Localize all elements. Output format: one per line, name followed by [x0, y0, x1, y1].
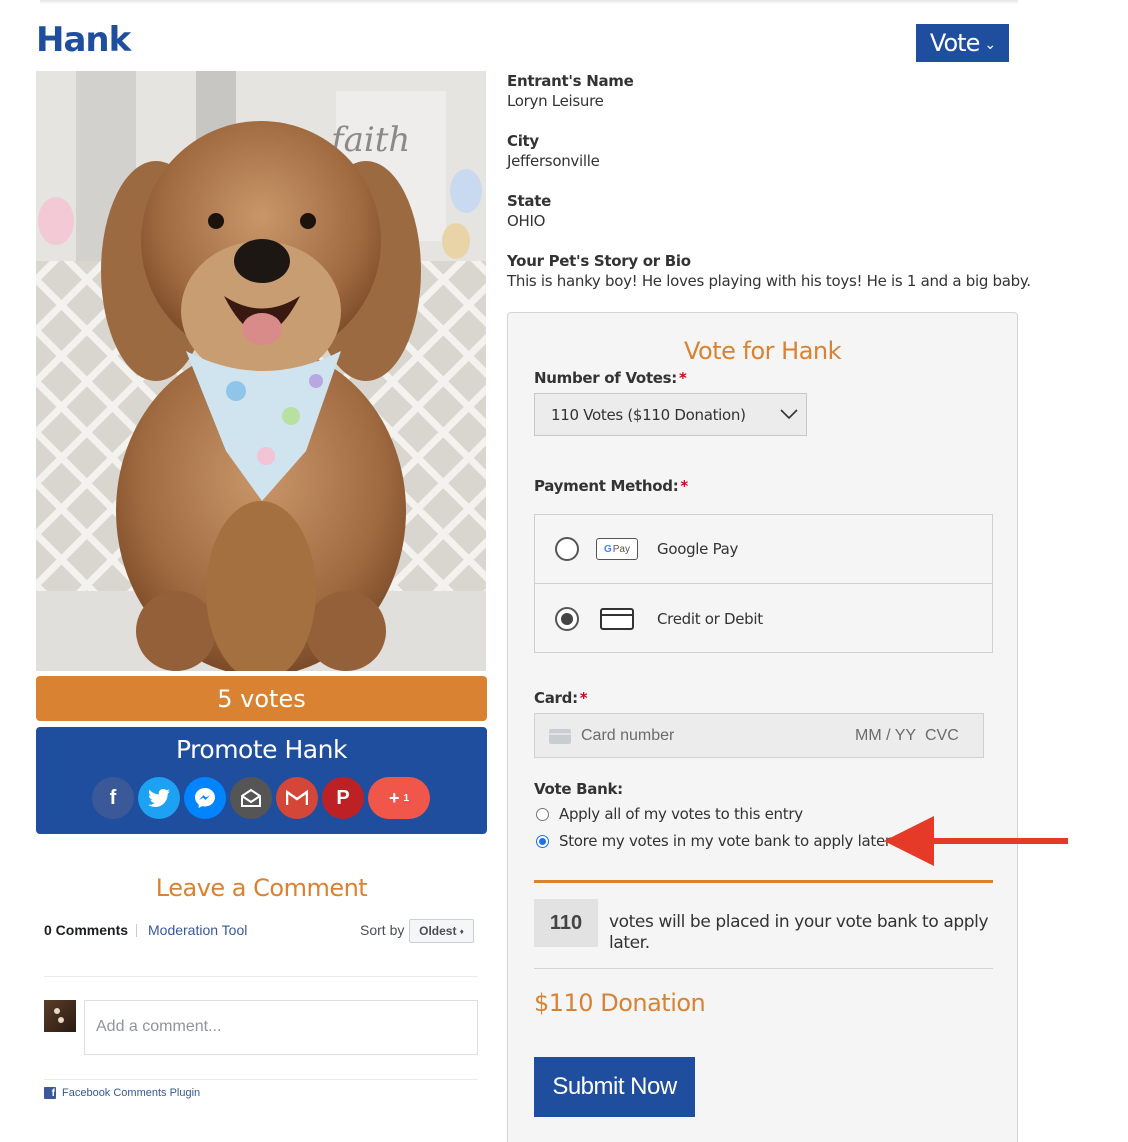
selected-vote-option: 110 Votes ($110 Donation): [551, 405, 746, 424]
comment-count: 0 Comments: [44, 922, 129, 938]
payment-option-card[interactable]: Credit or Debit: [535, 584, 992, 653]
divider: [534, 880, 993, 883]
share-buttons: f P +1: [92, 777, 430, 819]
detail-value: OHIO: [507, 212, 546, 230]
email-share-icon[interactable]: [230, 777, 272, 819]
annotation-arrow-icon: [884, 816, 1068, 866]
divider: [534, 968, 993, 969]
comment-input[interactable]: Add a comment...: [84, 1000, 478, 1055]
promote-panel: Promote Hank f P +1: [36, 727, 487, 834]
moderation-tool-link[interactable]: Moderation Tool: [148, 922, 247, 938]
facebook-icon: f: [44, 1087, 56, 1099]
vote-bank-apply-option[interactable]: Apply all of my votes to this entry: [536, 805, 803, 823]
card-option-label: Credit or Debit: [657, 609, 763, 628]
vote-button-label: Vote: [929, 29, 980, 57]
number-of-votes-label: Number of Votes: *: [534, 369, 687, 387]
number-of-votes-select[interactable]: 110 Votes ($110 Donation): [534, 393, 807, 436]
gmail-share-icon[interactable]: [276, 777, 318, 819]
detail-label: City: [507, 132, 539, 150]
sort-select[interactable]: Oldest ♦: [409, 919, 474, 943]
card-icon: [549, 729, 571, 744]
dog-photo-illustration: faith: [36, 71, 486, 671]
detail-entrant: Entrant's Name Loryn Leisure: [507, 72, 634, 110]
detail-state: State OHIO: [507, 192, 551, 230]
card-number-placeholder: Card number: [581, 726, 675, 744]
submit-button[interactable]: Submit Now: [534, 1057, 695, 1117]
detail-value: Loryn Leisure: [507, 92, 604, 110]
votes-count-bar: 5 votes: [36, 676, 487, 721]
sort-arrows-icon: ♦: [459, 926, 464, 936]
top-shadow: [40, 0, 1018, 4]
pinterest-share-icon[interactable]: P: [322, 777, 364, 819]
vote-bank-message: votes will be placed in your vote bank t…: [609, 912, 989, 953]
detail-city: City Jeffersonville: [507, 132, 600, 170]
divider: [44, 1079, 478, 1080]
avatar: [44, 1000, 76, 1032]
store-radio[interactable]: [536, 834, 549, 848]
share-count: 1: [403, 792, 410, 804]
chevron-down-icon: [780, 409, 798, 420]
sort-label: Sort by: [360, 922, 405, 938]
card-radio[interactable]: [555, 606, 579, 631]
messenger-share-icon[interactable]: [184, 777, 226, 819]
plugin-label: Facebook Comments Plugin: [62, 1087, 201, 1099]
apply-radio[interactable]: [536, 807, 549, 821]
divider: [136, 924, 137, 937]
page-title: Hank: [36, 20, 131, 60]
vote-form-title: Vote for Hank: [683, 337, 842, 365]
vote-bank-store-option[interactable]: Store my votes in my vote bank to apply …: [536, 832, 891, 850]
payment-option-google-pay[interactable]: G Pay Google Pay: [535, 515, 992, 584]
google-pay-radio[interactable]: [555, 537, 579, 561]
plus-icon: +: [388, 787, 400, 808]
facebook-plugin-link[interactable]: f Facebook Comments Plugin: [44, 1087, 200, 1099]
detail-label: Your Pet's Story or Bio: [507, 252, 691, 270]
card-label: Card: *: [534, 689, 588, 707]
facebook-share-icon[interactable]: f: [92, 777, 134, 819]
apply-label: Apply all of my votes to this entry: [559, 805, 803, 823]
detail-value: This is hanky boy! He loves playing with…: [507, 272, 1031, 290]
card-cvc-placeholder: CVC: [925, 726, 959, 744]
payment-method-label: Payment Method: *: [534, 477, 688, 495]
credit-card-icon: [600, 607, 634, 630]
vote-dropdown-button[interactable]: Vote ⌄: [916, 24, 1009, 62]
detail-label: State: [507, 192, 551, 210]
google-pay-icon: G Pay: [596, 538, 638, 560]
donation-amount: $110 Donation: [534, 989, 706, 1017]
detail-bio: Your Pet's Story or Bio This is hanky bo…: [507, 252, 1031, 290]
chevron-down-icon: ⌄: [984, 37, 996, 53]
more-share-button[interactable]: +1: [368, 777, 430, 819]
card-expiry-placeholder: MM / YY: [855, 726, 917, 744]
store-label: Store my votes in my vote bank to apply …: [559, 832, 891, 850]
twitter-share-icon[interactable]: [138, 777, 180, 819]
vote-count-box: 110: [534, 899, 598, 947]
sort-value: Oldest: [419, 924, 457, 938]
vote-form: Vote for Hank Number of Votes: * 110 Vote…: [507, 312, 1018, 1142]
leave-comment-title: Leave a Comment: [155, 874, 368, 902]
detail-value: Jeffersonville: [507, 152, 600, 170]
divider: [44, 976, 478, 977]
promote-title: Promote Hank: [176, 735, 347, 764]
entry-photo: faith: [36, 71, 486, 671]
google-pay-label: Google Pay: [657, 540, 739, 558]
card-input-field[interactable]: Card number MM / YY CVC: [534, 713, 984, 758]
payment-method-options: G Pay Google Pay Credit or Debit: [534, 514, 993, 653]
detail-label: Entrant's Name: [507, 72, 634, 90]
vote-bank-label: Vote Bank:: [534, 780, 623, 798]
